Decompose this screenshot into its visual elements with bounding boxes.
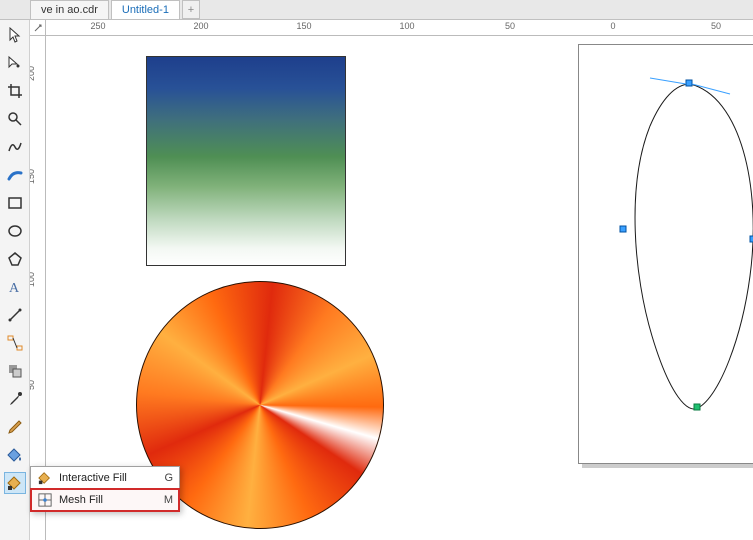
curve-node[interactable] — [620, 226, 626, 232]
ruler-tick-label: 100 — [399, 21, 414, 31]
mesh-fill-icon — [37, 492, 53, 508]
gradient-rectangle-object[interactable] — [146, 56, 346, 266]
ruler-tick-label: 200 — [193, 21, 208, 31]
interactive-fill-tool[interactable] — [4, 472, 26, 494]
dimension-tool[interactable] — [4, 304, 26, 326]
document-tab-label: ve in ao.cdr — [41, 4, 98, 16]
text-tool[interactable]: A — [4, 276, 26, 298]
ruler-tick-label: 150 — [296, 21, 311, 31]
shape-tool[interactable] — [4, 52, 26, 74]
ruler-origin[interactable] — [30, 20, 46, 36]
ruler-tick-label: 250 — [90, 21, 105, 31]
ruler-vertical[interactable]: 200 150 100 50 — [30, 36, 46, 540]
pick-tool[interactable] — [4, 24, 26, 46]
ruler-tick-label: 50 — [505, 21, 515, 31]
rectangle-tool[interactable] — [4, 192, 26, 214]
ruler-tick-label: 50 — [711, 21, 721, 31]
ruler-tick-label: 100 — [30, 272, 36, 287]
leaf-curve-object[interactable] — [590, 76, 753, 416]
ellipse-tool[interactable] — [4, 220, 26, 242]
control-handle[interactable] — [692, 84, 730, 94]
flyout-item-label: Interactive Fill — [59, 472, 150, 484]
control-handle[interactable] — [650, 78, 686, 84]
connector-tool[interactable] — [4, 332, 26, 354]
freehand-tool[interactable] — [4, 136, 26, 158]
curve-node[interactable] — [686, 80, 692, 86]
ruler-tick-label: 50 — [30, 380, 36, 390]
outline-tool[interactable] — [4, 416, 26, 438]
toolbox: A — [0, 20, 30, 540]
document-tab-label: Untitled-1 — [122, 4, 169, 16]
curve-node[interactable] — [694, 404, 700, 410]
ruler-horizontal[interactable]: 250 200 150 100 50 0 50 — [46, 20, 753, 36]
document-tab[interactable]: ve in ao.cdr — [30, 0, 109, 19]
new-document-button[interactable]: + — [182, 0, 200, 19]
svg-text:A: A — [9, 281, 20, 295]
canvas[interactable] — [46, 36, 753, 540]
zoom-tool[interactable] — [4, 108, 26, 130]
effects-tool[interactable] — [4, 360, 26, 382]
ruler-tick-label: 0 — [610, 21, 615, 31]
flyout-item-shortcut: G — [164, 472, 173, 484]
ruler-tick-label: 200 — [30, 66, 36, 81]
flyout-item-label: Mesh Fill — [59, 494, 150, 506]
flyout-item-mesh-fill[interactable]: Mesh Fill M — [31, 489, 179, 511]
fill-tool-flyout: Interactive Fill G Mesh Fill M — [30, 466, 180, 512]
document-tab[interactable]: Untitled-1 — [111, 0, 180, 19]
origin-icon — [33, 23, 43, 33]
flyout-item-interactive-fill[interactable]: Interactive Fill G — [31, 467, 179, 489]
artistic-media-tool[interactable] — [4, 164, 26, 186]
flyout-item-shortcut: M — [164, 494, 173, 506]
crop-tool[interactable] — [4, 80, 26, 102]
eyedropper-tool[interactable] — [4, 388, 26, 410]
document-tab-bar: ve in ao.cdr Untitled-1 + — [0, 0, 753, 20]
interactive-fill-icon — [37, 470, 53, 486]
fill-tool[interactable] — [4, 444, 26, 466]
ruler-tick-label: 150 — [30, 169, 36, 184]
polygon-tool[interactable] — [4, 248, 26, 270]
